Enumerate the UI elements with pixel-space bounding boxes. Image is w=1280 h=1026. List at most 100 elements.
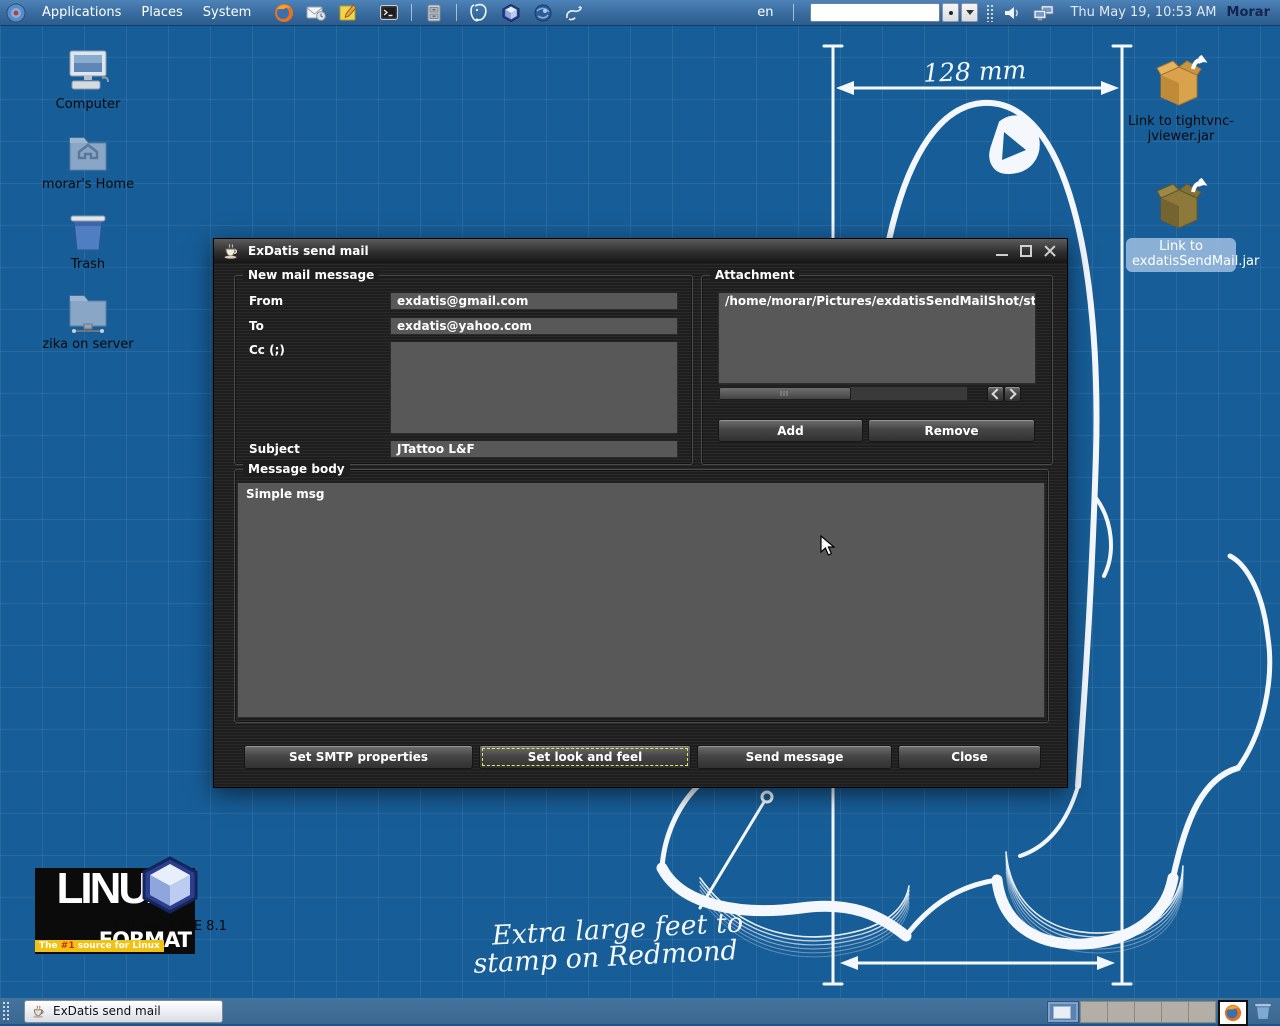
terminal-launcher-icon[interactable]: [378, 2, 400, 24]
trash-icon: [33, 208, 143, 256]
package-link-icon: [1126, 55, 1236, 113]
desktop-icon-netbeans[interactable]: NetBeans IDE 8.1: [90, 852, 250, 935]
message-body-group-label: Message body: [243, 462, 350, 476]
minimize-icon[interactable]: [993, 243, 1011, 259]
attachment-group-label: Attachment: [710, 268, 800, 282]
set-smtp-properties-button[interactable]: Set SMTP properties: [244, 745, 473, 769]
close-icon[interactable]: [1041, 243, 1059, 259]
tray-drag-handle[interactable]: [986, 3, 994, 22]
workspace-2[interactable]: [1080, 1001, 1108, 1023]
distro-menu-icon[interactable]: [5, 2, 27, 24]
desktop-icon-exdatis-link[interactable]: Link to exdatisSendMail.jar: [1126, 178, 1259, 272]
volume-icon[interactable]: [1001, 2, 1023, 24]
desktop-icon-label: morar's Home: [41, 177, 135, 192]
file-cabinet-launcher-icon[interactable]: [423, 2, 445, 24]
java-cup-icon: [224, 244, 238, 259]
from-label: From: [249, 294, 284, 308]
attachment-hscrollbar[interactable]: [718, 386, 968, 401]
workspace-6[interactable]: [1188, 1001, 1216, 1023]
notes-launcher-icon[interactable]: [337, 2, 359, 24]
workspace-1-active[interactable]: [1047, 1001, 1079, 1023]
cc-textarea[interactable]: [390, 341, 678, 434]
menu-applications[interactable]: Applications: [32, 0, 131, 25]
network-monitor-icon[interactable]: [1033, 2, 1055, 24]
workspace-4[interactable]: [1134, 1001, 1162, 1023]
desktop-icon-tightvnc-link[interactable]: Link to tightvnc-jviewer.jar: [1126, 55, 1236, 145]
attachment-list-item[interactable]: /home/morar/Pictures/exdatisSendMailShot…: [725, 294, 1035, 308]
set-look-and-feel-button[interactable]: Set look and feel: [479, 745, 691, 769]
new-mail-group: New mail message From exdatis@gmail.com …: [234, 268, 693, 465]
scrollbar-grip: [780, 391, 790, 396]
panel-separator: [411, 4, 413, 21]
to-field[interactable]: exdatis@yahoo.com: [390, 317, 678, 335]
send-message-button[interactable]: Send message: [697, 745, 892, 769]
mail-launcher-icon[interactable]: [305, 2, 327, 24]
netbeans-cube-icon: [90, 852, 250, 918]
task-button-exdatis[interactable]: ExDatis send mail: [24, 999, 223, 1023]
workspace-window-thumbnail: [1053, 1006, 1071, 1019]
scroll-right-button[interactable]: [1004, 386, 1021, 402]
globe-swirl-launcher-icon[interactable]: [532, 2, 554, 24]
dot-icon: [948, 10, 953, 15]
desktop-icon-label: NetBeans IDE 8.1: [113, 919, 227, 934]
to-label: To: [249, 319, 264, 333]
menu-places[interactable]: Places: [131, 0, 192, 25]
close-button[interactable]: Close: [898, 745, 1041, 769]
desktop-icon-server[interactable]: zika on server: [33, 288, 143, 353]
taskbar-trash-icon[interactable]: [1252, 1001, 1274, 1025]
lasso-launcher-icon[interactable]: [564, 2, 586, 24]
panel-user-name[interactable]: Morar: [1227, 5, 1270, 20]
firefox-icon: [1224, 1004, 1242, 1022]
firefox-launcher-icon[interactable]: [273, 2, 295, 24]
feet-annotation-line1: Extra large feet to: [490, 907, 744, 951]
logo-tagline: The #1 source for Linux: [35, 940, 164, 952]
keyboard-layout-indicator[interactable]: en: [757, 5, 773, 20]
add-button[interactable]: Add: [718, 419, 863, 442]
panel-command-input[interactable]: [810, 3, 941, 22]
desktop-icon-label: Computer: [55, 97, 121, 112]
entry-dropdown-button[interactable]: [961, 3, 979, 22]
desktop-icon-home[interactable]: morar's Home: [33, 128, 143, 193]
message-body-textarea[interactable]: Simple msg: [237, 482, 1045, 718]
chevron-down-icon: [965, 10, 974, 15]
new-mail-group-label: New mail message: [243, 268, 380, 282]
workspace-firefox-window[interactable]: [1218, 1000, 1248, 1026]
window-title: ExDatis send mail: [248, 244, 369, 258]
workspace-3[interactable]: [1107, 1001, 1135, 1023]
package-link-icon-selected: [1126, 178, 1236, 236]
task-button-label: ExDatis send mail: [53, 1004, 161, 1018]
remove-button[interactable]: Remove: [868, 419, 1035, 442]
window-title-bar[interactable]: ExDatis send mail: [214, 239, 1067, 263]
desktop-icon-label: Trash: [70, 257, 106, 272]
subject-field[interactable]: JTattoo L&F: [390, 440, 678, 458]
postgresql-launcher-icon[interactable]: [468, 2, 490, 24]
attachment-group: Attachment /home/morar/Pictures/exdatisS…: [701, 268, 1053, 465]
scrollbar-thumb[interactable]: [719, 387, 851, 400]
panel-clock[interactable]: Thu May 19, 10:53 AM: [1070, 5, 1216, 20]
scroll-left-button[interactable]: [987, 386, 1004, 402]
desktop-icon-trash[interactable]: Trash: [33, 208, 143, 273]
from-field[interactable]: exdatis@gmail.com: [390, 292, 678, 310]
menu-system[interactable]: System: [193, 0, 261, 25]
message-body-group: Message body Simple msg: [234, 462, 1049, 723]
feet-annotation-line2: stamp on Redmond: [473, 935, 739, 980]
desktop-icon-label: Link to tightvnc-jviewer.jar: [1127, 114, 1234, 144]
desktop-icon-computer[interactable]: Computer: [33, 48, 143, 113]
netbeans-launcher-icon[interactable]: [500, 2, 522, 24]
workspace-5[interactable]: [1161, 1001, 1189, 1023]
network-folder-icon: [33, 288, 143, 336]
top-panel: Applications Places System en Thu May 19…: [0, 0, 1280, 25]
panel-separator: [456, 4, 458, 21]
entry-dot-button[interactable]: [942, 3, 960, 22]
attachment-list[interactable]: /home/morar/Pictures/exdatisSendMailShot…: [718, 292, 1036, 384]
exdatis-send-mail-window: ExDatis send mail New mail message From …: [213, 238, 1068, 788]
subject-label: Subject: [249, 442, 300, 456]
maximize-icon[interactable]: [1017, 243, 1035, 259]
window-list-handle[interactable]: [2, 1001, 9, 1021]
home-folder-icon: [33, 128, 143, 176]
desktop-icon-label: zika on server: [42, 337, 134, 352]
computer-icon: [33, 48, 143, 96]
chevron-right-icon: [1005, 388, 1017, 400]
dimension-label: 128 mm: [923, 55, 1027, 88]
panel-separator: [793, 4, 795, 21]
